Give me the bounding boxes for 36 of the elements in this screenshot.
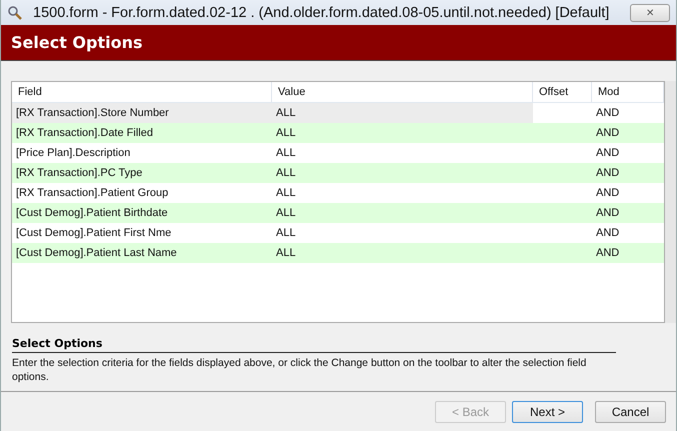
table-cell: ALL bbox=[272, 103, 533, 123]
column-header[interactable]: Field bbox=[12, 82, 272, 102]
window-title: 1500.form - For.form.dated.02-12 . (And.older.form.dated.08-05.until.not.needed) [Default] bbox=[33, 4, 610, 20]
table-cell-text: AND bbox=[595, 166, 620, 181]
wizard-button[interactable]: Next > bbox=[512, 400, 583, 422]
table-cell-text: AND bbox=[595, 186, 620, 201]
table-cell-text: AND bbox=[595, 146, 620, 161]
table-cell-text: AND bbox=[595, 226, 620, 241]
table-cell-text: ALL bbox=[275, 246, 297, 261]
column-header[interactable]: Mod bbox=[592, 82, 664, 102]
table-cell-text: [RX Transaction].PC Type bbox=[15, 166, 144, 181]
magnifier-icon bbox=[7, 4, 23, 20]
table-cell-text: ALL bbox=[275, 226, 297, 241]
column-header[interactable]: Value bbox=[272, 82, 533, 102]
wizard-button[interactable]: Cancel bbox=[595, 400, 666, 422]
table-cell-text: ALL bbox=[275, 206, 297, 221]
column-header[interactable]: Offset bbox=[533, 82, 592, 102]
close-button[interactable]: ✕ bbox=[630, 4, 670, 22]
table-cell-text: [Price Plan].Description bbox=[15, 146, 132, 161]
help-text: Enter the selection criteria for the fields displayed above, or click the Change button on the toolbar to alter the selection field options. bbox=[12, 356, 588, 384]
table-cell-text: ALL bbox=[275, 146, 297, 161]
table-cell-text: [Cust Demog].Patient Last Name bbox=[15, 246, 178, 261]
table-cell-text: AND bbox=[595, 246, 620, 261]
table-cell: [RX Transaction].Store Number bbox=[12, 103, 272, 123]
table-cell-text: ALL bbox=[275, 166, 297, 181]
help-title: Select Options bbox=[12, 337, 616, 353]
table-cell-text: [RX Transaction].Patient Group bbox=[15, 186, 170, 201]
page-title: Select Options bbox=[11, 33, 143, 52]
table-cell-text: [Cust Demog].Patient Birthdate bbox=[15, 206, 169, 221]
table-cell-text: ALL bbox=[275, 186, 297, 201]
table-cell-text: AND bbox=[595, 126, 620, 141]
table-cell-text: [RX Transaction].Date Filled bbox=[15, 126, 154, 141]
table-cell-text: AND bbox=[595, 206, 620, 221]
table-cell-text: [Cust Demog].Patient First Nme bbox=[15, 226, 172, 241]
table-cell-text: ALL bbox=[275, 126, 297, 141]
table-cell-text: AND bbox=[595, 106, 620, 121]
